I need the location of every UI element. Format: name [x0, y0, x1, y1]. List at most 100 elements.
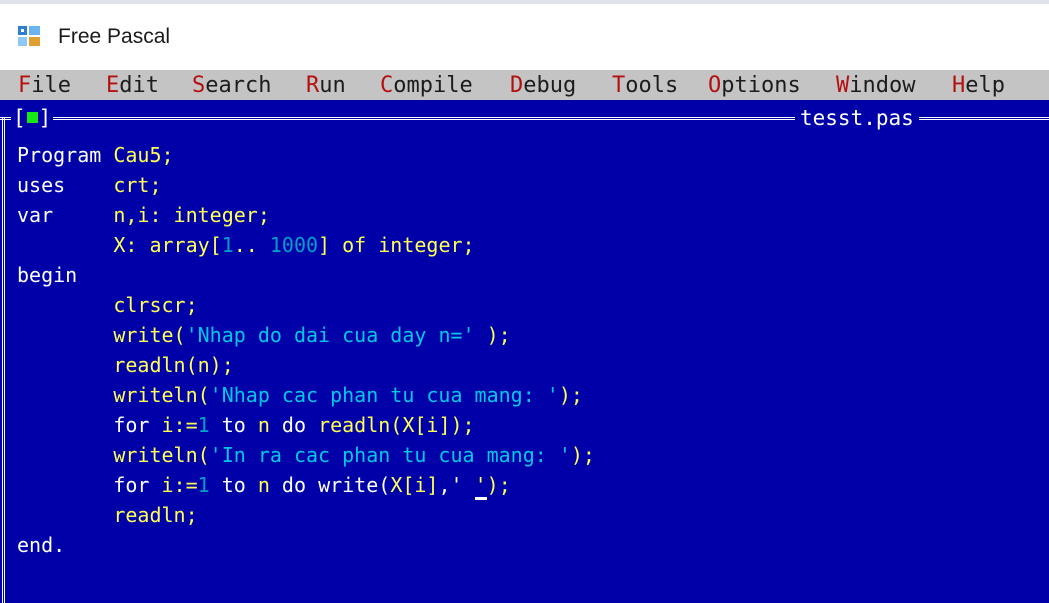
code-token: n: [257, 413, 270, 437]
menu-item-help[interactable]: Help: [952, 70, 1005, 100]
code-token: 1: [197, 473, 210, 497]
menu-item-edit[interactable]: Edit: [106, 70, 159, 100]
text-cursor: ': [474, 473, 487, 500]
code-line: uses crt;: [17, 170, 595, 200]
code-token: 'Nhap do dai cua day n=': [185, 323, 475, 347]
code-token: clrscr;: [113, 293, 198, 317]
menu-item-options[interactable]: Options: [708, 70, 801, 100]
code-line: var n,i: integer;: [17, 200, 595, 230]
editor-filename: tesst.pas: [795, 106, 919, 130]
window-close-box[interactable]: []: [11, 106, 54, 130]
menu-item-file[interactable]: File: [18, 70, 71, 100]
code-token: ,': [438, 473, 475, 497]
code-token: );: [474, 323, 511, 347]
code-token: );: [558, 383, 583, 407]
close-square-icon: [26, 112, 38, 123]
editor-window[interactable]: [] tesst.pas Program Cau5; uses crt; var n…: [0, 100, 1049, 603]
code-token: );: [570, 443, 595, 467]
menu-hotkey-letter: O: [708, 73, 722, 98]
editor-frame-left-border: [2, 117, 5, 603]
menu-item-search[interactable]: Search: [192, 70, 271, 100]
window-title: Free Pascal: [58, 25, 171, 48]
code-token: ..: [233, 233, 270, 257]
code-token: end.: [17, 533, 66, 557]
menu-item-label: un: [319, 73, 346, 98]
code-token: );: [486, 473, 511, 497]
code-token: to: [209, 413, 258, 437]
code-token: X: array[: [113, 233, 222, 257]
window-titlebar: Free Pascal: [0, 0, 1049, 60]
menu-item-run[interactable]: Run: [306, 70, 346, 100]
code-line: X: array[1.. 1000] of integer;: [17, 230, 595, 260]
code-token: writeln(: [113, 443, 210, 467]
menu-item-label: ebug: [523, 73, 577, 98]
code-token: 'Nhap cac phan tu cua mang: ': [209, 383, 559, 407]
code-token: 1000: [269, 233, 319, 257]
code-token: for: [113, 413, 162, 437]
menu-item-window[interactable]: Window: [836, 70, 915, 100]
menu-item-tools[interactable]: Tools: [612, 70, 678, 100]
code-token: ;: [161, 143, 174, 167]
code-token: uses: [17, 173, 114, 197]
code-token: Cau5: [113, 143, 162, 167]
code-token: do: [269, 413, 319, 437]
code-token: Program: [17, 143, 114, 167]
code-token: i:=: [161, 413, 198, 437]
code-token: readln(n);: [113, 353, 234, 377]
code-line: readln(n);: [17, 350, 595, 380]
code-token: begin: [17, 263, 78, 287]
code-token: readln;: [113, 503, 198, 527]
menu-hotkey-letter: C: [380, 73, 394, 98]
menu-item-debug[interactable]: Debug: [510, 70, 576, 100]
code-token: n: [257, 473, 270, 497]
menu-bar: File Edit Search Run Compile Debug Tools Option…: [0, 70, 1049, 100]
code-line: Program Cau5;: [17, 140, 595, 170]
menu-item-label: indow: [849, 73, 916, 98]
menu-item-compile[interactable]: Compile: [380, 70, 473, 100]
code-token: ;: [149, 173, 162, 197]
code-token: to: [209, 473, 258, 497]
free-pascal-app-icon: [18, 26, 40, 46]
code-token: X[i]: [390, 473, 439, 497]
code-token: for: [113, 473, 162, 497]
code-token: 'In ra cac phan tu cua mang: ': [209, 443, 571, 467]
code-line: end.: [17, 530, 595, 560]
menu-item-label: ompile: [393, 73, 473, 98]
code-token: crt: [113, 173, 150, 197]
menu-hotkey-letter: R: [306, 73, 320, 98]
code-token: var: [17, 203, 114, 227]
menu-item-label: earch: [205, 73, 272, 98]
code-token: writeln(: [113, 383, 210, 407]
code-line: writeln('Nhap cac phan tu cua mang: ');: [17, 380, 595, 410]
menu-item-label: ile: [31, 73, 71, 98]
code-line: for i:=1 to n do write(X[i],' ');: [17, 470, 595, 500]
code-token: ] of integer;: [318, 233, 475, 257]
code-area[interactable]: Program Cau5; uses crt; var n,i: integer; …: [17, 140, 595, 560]
code-line: for i:=1 to n do readln(X[i]);: [17, 410, 595, 440]
code-token: write(: [318, 473, 391, 497]
code-token: n,i: integer;: [113, 203, 270, 227]
menu-item-label: elp: [965, 73, 1005, 98]
code-token: i:=: [161, 473, 198, 497]
menu-hotkey-letter: F: [18, 73, 32, 98]
menu-item-label: ools: [625, 73, 679, 98]
code-token: 1: [197, 413, 210, 437]
code-line: clrscr;: [17, 290, 595, 320]
menu-item-label: ptions: [721, 73, 801, 98]
menu-hotkey-letter: E: [106, 73, 120, 98]
close-box-right-bracket: ]: [38, 106, 52, 130]
code-token: readln(X[i]);: [318, 413, 475, 437]
menu-hotkey-letter: W: [836, 73, 850, 98]
code-line: write('Nhap do dai cua day n=' );: [17, 320, 595, 350]
close-box-left-bracket: [: [13, 106, 26, 130]
code-line: writeln('In ra cac phan tu cua mang: ');: [17, 440, 595, 470]
